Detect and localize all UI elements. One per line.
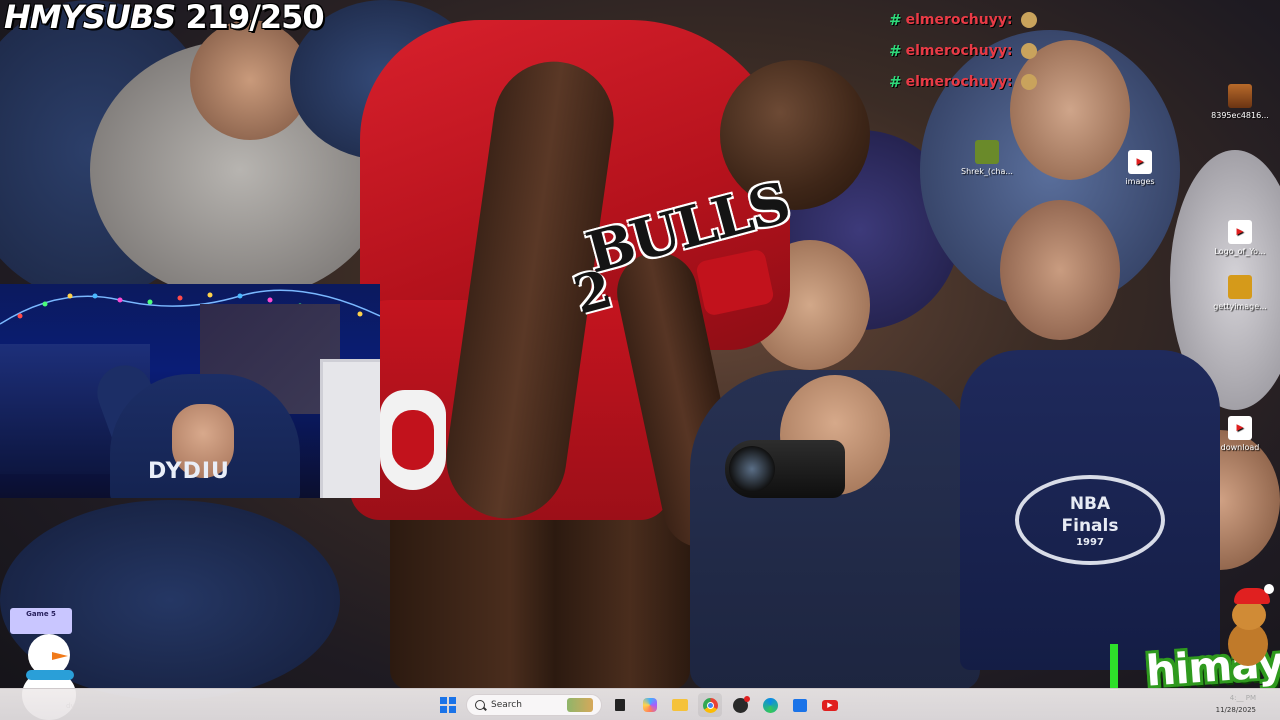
camera [725, 440, 845, 498]
desktop-icon-label: Shrek_(cha... [961, 167, 1013, 176]
emote-icon [1020, 11, 1037, 28]
nba-logo-line2: Finals [1061, 516, 1119, 536]
edge-icon [762, 697, 778, 713]
search-icon [475, 700, 485, 710]
webcam-feed: DYDIU [0, 284, 380, 498]
chat-message: # elmerochuyy: [889, 66, 1037, 97]
chat-username: elmerochuyy: [905, 73, 1013, 90]
sub-goal-counter: HMYSUBS 219/250 [4, 0, 325, 36]
desktop-screen: BULLS 2 NBA Finals 1997 HMYSUBS 219/250 … [0, 0, 1280, 720]
sub-goal-brand: HMYSUBS [4, 0, 176, 36]
file-explorer-button[interactable] [668, 693, 692, 717]
audio-meter-bar [1110, 644, 1118, 690]
start-button[interactable] [436, 693, 460, 717]
nba-logo-line3: 1997 [1076, 537, 1104, 548]
taskbar-clock[interactable]: 4:__ PM 11/28/2025 [1216, 692, 1256, 716]
shorts-bull-logo [380, 390, 446, 490]
search-highlight-icon [567, 698, 593, 712]
store-button[interactable] [788, 693, 812, 717]
youtube-button[interactable]: ▶ [818, 693, 842, 717]
copilot-icon [643, 698, 657, 712]
chat-username: elmerochuyy: [905, 42, 1013, 59]
streamer-shirt-text: DYDIU [148, 459, 230, 484]
nba-logo-line1: NBA [1069, 494, 1111, 514]
desktop-icon-images[interactable]: ▶ images [1105, 150, 1175, 186]
webcam-pc-case [320, 359, 380, 498]
desktop-icon-shrek[interactable]: Shrek_(cha... [952, 140, 1022, 176]
youtube-icon: ▶ [822, 699, 838, 711]
fan-badge-title: Game 5 [26, 610, 56, 618]
search-placeholder: Search [491, 700, 522, 710]
edge-button[interactable] [758, 693, 782, 717]
desktop-icon-label: Logo_of_Yo... [1214, 247, 1266, 256]
obs-icon [732, 695, 750, 713]
sub-goal-count: 219/250 [185, 0, 324, 36]
crowd-background-8 [1000, 200, 1120, 340]
desktop-icon-8395ec[interactable]: 8395ec4816... [1205, 84, 1275, 120]
youtube-icon: ▶ [1228, 220, 1252, 244]
task-view-icon [615, 699, 625, 711]
youtube-icon: ▶ [1128, 150, 1152, 174]
christmas-bear-icon [1222, 584, 1274, 670]
windows-logo-icon [440, 697, 456, 713]
nba-finals-logo: NBA Finals 1997 [1015, 475, 1165, 565]
folder-icon [672, 699, 688, 711]
emote-icon [1020, 73, 1037, 90]
copilot-button[interactable] [638, 693, 662, 717]
chat-overlay: # elmerochuyy: # elmerochuyy: # elmeroch… [889, 4, 1037, 97]
clock-time: 4:__ PM [1229, 694, 1256, 702]
player-legs [390, 490, 690, 690]
chat-username: elmerochuyy: [905, 11, 1013, 28]
task-view-button[interactable] [608, 693, 632, 717]
taskbar-apps: Search ▶ [436, 693, 842, 717]
chat-message: # elmerochuyy: [889, 35, 1037, 66]
youtube-icon: ▶ [1228, 416, 1252, 440]
desktop-icon-label: download [1220, 443, 1260, 452]
snowman-nose [52, 652, 68, 660]
santa-hat-icon [1234, 584, 1274, 604]
desktop-icon-label: gettyimage... [1213, 302, 1267, 311]
emote-icon [1020, 42, 1037, 59]
obs-button[interactable] [728, 693, 752, 717]
chat-message: # elmerochuyy: [889, 4, 1037, 35]
chrome-button[interactable] [698, 693, 722, 717]
image-icon [1228, 275, 1252, 299]
desktop-icon-label: 8395ec4816... [1211, 111, 1269, 120]
desktop-icon-logo-of-youtube[interactable]: ▶ Logo_of_Yo... [1205, 220, 1275, 256]
chrome-icon [702, 697, 718, 713]
taskbar-search[interactable]: Search [466, 694, 602, 716]
desktop-icon-gettyimages[interactable]: gettyimage... [1205, 275, 1275, 311]
chat-hash-icon: # [889, 72, 902, 91]
image-icon [1228, 84, 1252, 108]
desktop-icon-download[interactable]: ▶ download [1205, 416, 1275, 452]
bear-head [1232, 600, 1266, 630]
chat-hash-icon: # [889, 41, 902, 60]
shrek-icon [975, 140, 999, 164]
chat-hash-icon: # [889, 10, 902, 29]
taskbar: Search ▶ 4:__ PM 11/28/2025 [0, 688, 1280, 720]
store-icon [793, 698, 807, 712]
clock-date: 11/28/2025 [1215, 706, 1256, 714]
snowman-scarf [26, 670, 74, 680]
desktop-icon-label: images [1125, 177, 1155, 186]
